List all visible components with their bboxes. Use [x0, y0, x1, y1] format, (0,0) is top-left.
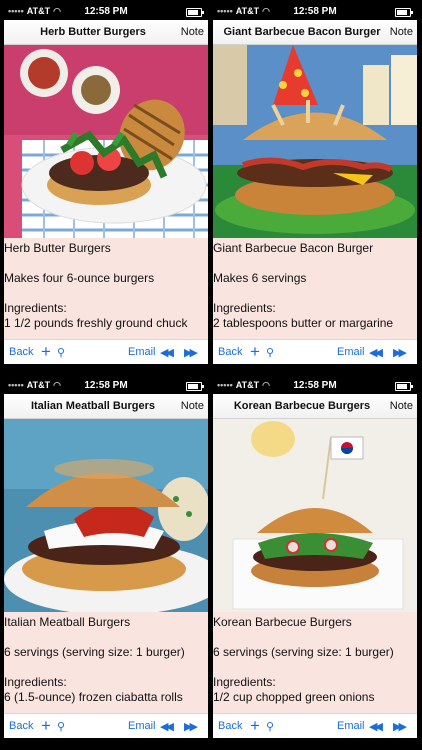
bottom-toolbar: Back + ⚲ Email ◀◀ ▶▶ — [4, 713, 208, 738]
note-button[interactable]: Note — [390, 400, 413, 412]
search-icon[interactable]: ⚲ — [57, 720, 65, 733]
note-button[interactable]: Note — [181, 26, 204, 38]
previous-icon[interactable]: ◀◀ — [160, 346, 174, 359]
nav-bar: Korean Barbecue Burgers Note — [213, 394, 417, 419]
previous-icon[interactable]: ◀◀ — [160, 720, 174, 733]
add-icon[interactable]: + — [41, 716, 51, 736]
recipe-text: Herb Butter Burgers Makes four 6-ounce b… — [4, 241, 208, 341]
back-button[interactable]: Back — [9, 346, 33, 358]
ingredient-line: 2 tablespoons butter or margarine — [213, 316, 394, 330]
status-time: 12:58 PM — [84, 6, 128, 17]
status-time: 12:58 PM — [293, 380, 337, 391]
recipe-name: Herb Butter Burgers — [4, 241, 111, 255]
recipe-name: Giant Barbecue Bacon Burger — [213, 241, 374, 255]
previous-icon[interactable]: ◀◀ — [369, 346, 383, 359]
status-bar: ••••• AT&T ◠ 12:58 PM — [4, 378, 208, 394]
status-bar: ••••• AT&T ◠ 12:58 PM — [213, 4, 417, 20]
battery-icon — [395, 8, 413, 17]
nav-title: Korean Barbecue Burgers — [233, 400, 371, 412]
nav-bar: Italian Meatball Burgers Note — [4, 394, 208, 419]
recipe-text: Korean Barbecue Burgers 6 servings (serv… — [213, 615, 417, 715]
email-button[interactable]: Email — [128, 346, 156, 358]
battery-icon — [395, 382, 413, 391]
search-icon[interactable]: ⚲ — [57, 346, 65, 359]
status-time: 12:58 PM — [293, 6, 337, 17]
battery-icon — [186, 8, 204, 17]
ingredient-line: 1 1/2 pounds freshly ground chuck — [4, 316, 188, 330]
email-button[interactable]: Email — [337, 720, 365, 732]
status-time: 12:58 PM — [84, 380, 128, 391]
note-button[interactable]: Note — [390, 26, 413, 38]
next-icon[interactable]: ▶▶ — [184, 346, 198, 359]
nav-title: Herb Butter Burgers — [40, 26, 146, 38]
email-button[interactable]: Email — [128, 720, 156, 732]
note-button[interactable]: Note — [181, 400, 204, 412]
bottom-toolbar: Back + ⚲ Email ◀◀ ▶▶ — [213, 713, 417, 738]
ingredient-line: 1/2 cup chopped green onions — [213, 690, 375, 704]
previous-icon[interactable]: ◀◀ — [369, 720, 383, 733]
next-icon[interactable]: ▶▶ — [393, 720, 407, 733]
nav-bar: Herb Butter Burgers Note — [4, 20, 208, 45]
recipe-photo — [4, 45, 208, 238]
add-icon[interactable]: + — [250, 716, 260, 736]
bottom-toolbar: Back + ⚲ Email ◀◀ ▶▶ — [213, 339, 417, 364]
nav-title: Giant Barbecue Bacon Burger — [223, 26, 381, 38]
ingredients-heading: Ingredients: — [4, 675, 67, 689]
recipe-photo — [213, 45, 417, 238]
recipe-photo — [213, 419, 417, 612]
recipe-text: Giant Barbecue Bacon Burger Makes 6 serv… — [213, 241, 417, 341]
bottom-toolbar: Back + ⚲ Email ◀◀ ▶▶ — [4, 339, 208, 364]
ingredients-heading: Ingredients: — [213, 675, 276, 689]
battery-icon — [186, 382, 204, 391]
nav-bar: Giant Barbecue Bacon Burger Note — [213, 20, 417, 45]
status-bar: ••••• AT&T ◠ 12:58 PM — [4, 4, 208, 20]
add-icon[interactable]: + — [250, 342, 260, 362]
recipe-yield: 6 servings (serving size: 1 burger) — [213, 645, 394, 659]
next-icon[interactable]: ▶▶ — [184, 720, 198, 733]
recipe-photo — [4, 419, 208, 612]
recipe-text: Italian Meatball Burgers 6 servings (ser… — [4, 615, 208, 715]
next-icon[interactable]: ▶▶ — [393, 346, 407, 359]
ingredient-line: 6 (1.5-ounce) frozen ciabatta rolls — [4, 690, 183, 704]
recipe-screen-giant-bacon: ••••• AT&T ◠ 12:58 PM Giant Barbecue Bacon… — [213, 4, 417, 364]
recipe-yield: 6 servings (serving size: 1 burger) — [4, 645, 185, 659]
ingredients-heading: Ingredients: — [213, 301, 276, 315]
search-icon[interactable]: ⚲ — [266, 720, 274, 733]
ingredients-heading: Ingredients: — [4, 301, 67, 315]
back-button[interactable]: Back — [9, 720, 33, 732]
search-icon[interactable]: ⚲ — [266, 346, 274, 359]
back-button[interactable]: Back — [218, 720, 242, 732]
email-button[interactable]: Email — [337, 346, 365, 358]
recipe-yield: Makes four 6-ounce burgers — [4, 271, 155, 285]
recipe-screen-korean-bbq: ••••• AT&T ◠ 12:58 PM Korean Barbecue Burg… — [213, 378, 417, 738]
nav-title: Italian Meatball Burgers — [30, 400, 156, 412]
recipe-yield: Makes 6 servings — [213, 271, 307, 285]
recipe-name: Korean Barbecue Burgers — [213, 615, 352, 629]
recipe-screen-italian-meatball: ••••• AT&T ◠ 12:58 PM Italian Meatball Bur… — [4, 378, 208, 738]
status-bar: ••••• AT&T ◠ 12:58 PM — [213, 378, 417, 394]
back-button[interactable]: Back — [218, 346, 242, 358]
recipe-name: Italian Meatball Burgers — [4, 615, 131, 629]
recipe-screen-herb-butter: ••••• AT&T ◠ 12:58 PM Herb Butter Burgers … — [4, 4, 208, 364]
add-icon[interactable]: + — [41, 342, 51, 362]
